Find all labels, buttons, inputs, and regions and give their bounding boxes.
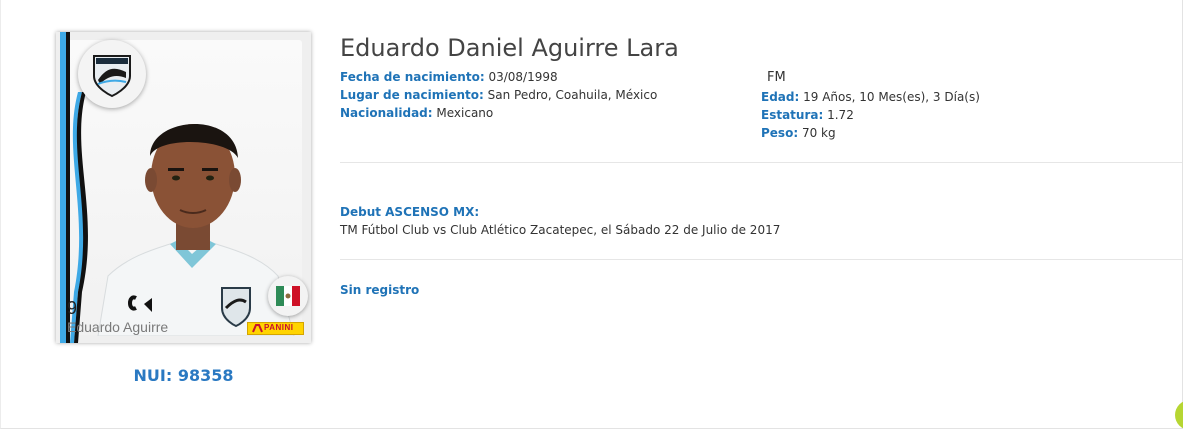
- birth-place-label: Lugar de nacimiento:: [340, 88, 484, 102]
- player-card: 9 Eduardo Aguirre PANINI: [56, 32, 311, 343]
- section-divider: [340, 162, 1182, 163]
- birth-date-row: Fecha de nacimiento: 03/08/1998: [340, 70, 558, 84]
- age-row: Edad: 19 Años, 10 Mes(es), 3 Día(s): [761, 90, 980, 104]
- panini-logo: PANINI: [247, 322, 304, 335]
- birth-date-label: Fecha de nacimiento:: [340, 70, 485, 84]
- page-title: Eduardo Daniel Aguirre Lara: [340, 34, 679, 62]
- age-value: 19 Años, 10 Mes(es), 3 Día(s): [803, 90, 980, 104]
- birth-place-row: Lugar de nacimiento: San Pedro, Coahuila…: [340, 88, 657, 102]
- debut-heading: Debut ASCENSO MX:: [340, 205, 480, 219]
- nationality-value: Mexicano: [436, 106, 494, 120]
- nationality-label: Nacionalidad:: [340, 106, 433, 120]
- panini-label: PANINI: [264, 323, 294, 332]
- age-label: Edad:: [761, 90, 800, 104]
- debut-details: TM Fútbol Club vs Club Atlético Zacatepe…: [340, 223, 781, 237]
- player-position: FM: [767, 70, 786, 85]
- height-label: Estatura:: [761, 108, 824, 122]
- card-jersey-number: 9: [67, 298, 78, 318]
- height-value: 1.72: [827, 108, 854, 122]
- birth-place-value: San Pedro, Coahuila, México: [487, 88, 658, 102]
- weight-row: Peso: 70 kg: [761, 126, 836, 140]
- no-record-text: Sin registro: [340, 283, 420, 297]
- card-player-name: Eduardo Aguirre: [67, 319, 169, 335]
- nationality-row: Nacionalidad: Mexicano: [340, 106, 493, 120]
- section-divider: [340, 259, 1182, 260]
- player-photo: [97, 123, 295, 336]
- height-row: Estatura: 1.72: [761, 108, 854, 122]
- nui-id: NUI: 98358: [133, 366, 234, 385]
- mexico-flag-icon: [268, 276, 308, 316]
- weight-label: Peso:: [761, 126, 799, 140]
- birth-date-value: 03/08/1998: [488, 70, 558, 84]
- weight-value: 70 kg: [801, 126, 836, 140]
